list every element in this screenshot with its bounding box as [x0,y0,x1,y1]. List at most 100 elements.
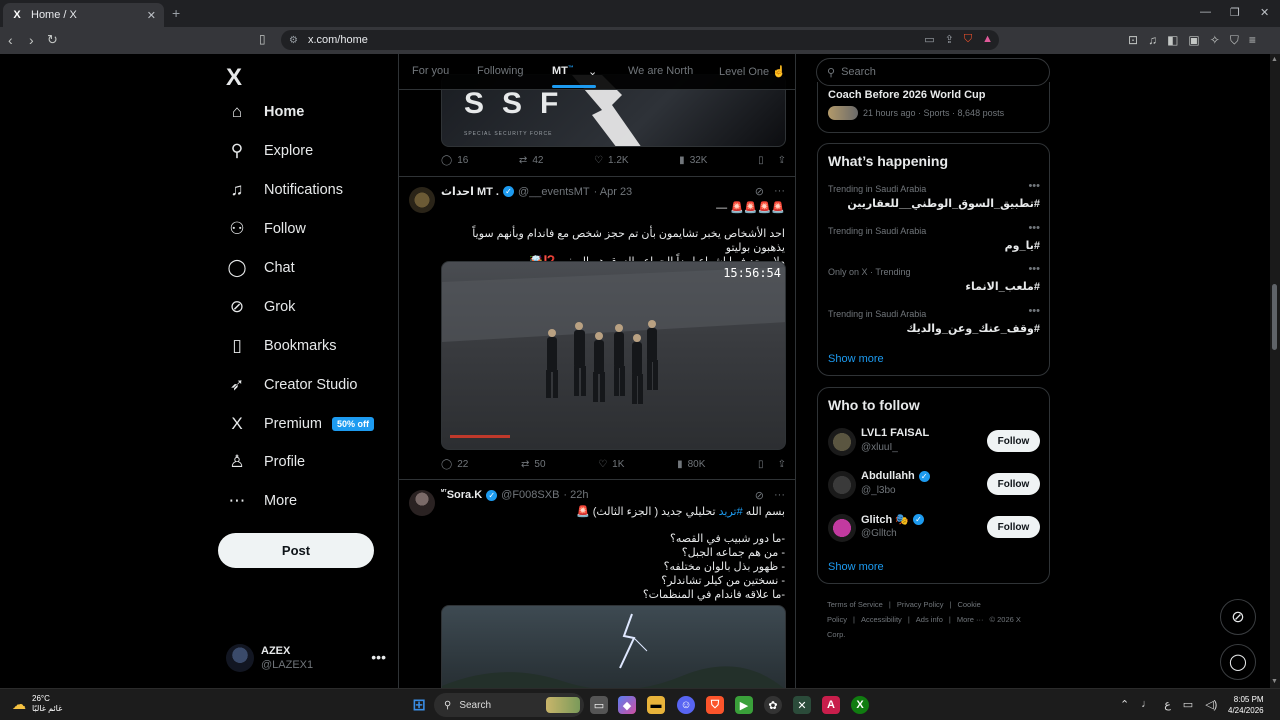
close-tab-icon[interactable]: ✕ [147,9,156,22]
nav-item-bookmarks[interactable]: ▯ Bookmarks [226,331,336,361]
footer-link[interactable]: Privacy Policy [897,600,944,609]
account-switcher[interactable]: AZEX @LAZEX1 ••• [226,641,386,677]
back-icon[interactable]: ‹ [8,32,13,48]
author-handle[interactable]: @F008SXB [501,489,559,501]
task-view-icon[interactable]: ▭ [590,696,608,714]
restore-icon[interactable]: ❐ [1230,6,1240,19]
follow-suggestion[interactable]: LVL1 FAISAL @xluuI_ Follow [828,426,1040,462]
nav-item-chat[interactable]: ◯ Chat [226,253,294,283]
grok-fab-button[interactable]: ⊘ [1220,599,1256,635]
address-bar[interactable]: ⚙ x.com/home ▭ ⇪ ⛉ ▲ [281,30,999,50]
suggestion-name[interactable]: Glitch 🎭 [861,513,909,526]
music-icon[interactable]: ♫ [1148,33,1157,48]
avatar[interactable] [828,471,856,499]
page-scrollbar[interactable]: ▲ ▼ [1270,54,1280,688]
input-language[interactable]: ع [1164,698,1171,711]
vectorworks-icon[interactable]: A [822,696,840,714]
avatar[interactable] [828,428,856,456]
chevron-down-icon[interactable]: ⌄ [588,65,597,78]
cast-icon[interactable]: ▭ [924,33,934,46]
nav-item-profile[interactable]: ♙ Profile [226,447,305,477]
reply-button[interactable]: ◯ 16 [441,155,468,166]
tweet[interactable]: احداث MT . ✓ @__eventsMT · Apr 23 ⊘ ··· … [399,177,795,480]
more-dots-icon[interactable]: ••• [371,649,386,665]
trend-item[interactable]: Trending in Saudi Arabia #يا_وم ••• [828,222,1040,252]
trend-item[interactable]: Trending in Saudi Arabia #وقف_عنك_وعن_وال… [828,305,1040,335]
follow-button[interactable]: Follow [987,516,1040,538]
bookmark-page-icon[interactable]: ▯ [259,32,266,46]
tweet[interactable]: ᴹᵀSora.K ✓ @F008SXB · 22h ⊘ ··· بسم الله… [399,480,795,688]
site-info-icon[interactable]: ⚙ [289,35,298,46]
hashtag-link[interactable]: #تريد [719,506,743,518]
trend-item[interactable]: Trending in Saudi Arabia #تطبيق_السوق_الو… [828,180,1040,210]
avatar[interactable] [828,514,856,542]
follow-suggestion[interactable]: Abdullahh ✓ @_l3bo Follow [828,469,1040,505]
screenshot-icon[interactable]: ⊡ [1128,33,1138,48]
footer-link[interactable]: Ads info [916,615,943,624]
nav-item-creator-studio[interactable]: ➶ Creator Studio [226,370,358,400]
tab-mt[interactable]: MT™ [552,65,574,77]
share-icon[interactable]: ⇪ [945,33,954,46]
author-name[interactable]: احداث MT . [441,185,499,198]
like-button[interactable]: ♡ 1.2K [594,155,629,166]
chatgpt-icon[interactable]: ✿ [764,696,782,714]
x-logo-icon[interactable]: X [226,64,242,92]
tweet-media-video[interactable]: 15:56:54 [441,261,786,450]
tab-we-are-north[interactable]: We are North [628,65,693,77]
trend-item[interactable]: Only on X · Trending #ملعب_الانماء ••• [828,263,1040,293]
menu-icon[interactable]: ≡ [1249,33,1256,48]
post-button[interactable]: Post [218,533,374,568]
more-dots-icon[interactable]: ••• [1028,305,1040,317]
like-button[interactable]: ♡ 1K [598,459,624,470]
footer-link[interactable]: More ··· [957,615,984,624]
bookmark-icon[interactable]: ▯ [758,155,764,166]
tweet-media-storm[interactable] [441,605,786,688]
more-dots-icon[interactable]: ··· [774,489,785,502]
share-icon[interactable]: ⇪ [778,155,786,166]
windows-start-icon[interactable]: ⊞ [410,696,428,714]
media-player-icon[interactable]: ▶ [735,696,753,714]
reply-button[interactable]: ◯ 22 [441,459,468,470]
brave-icon[interactable]: ⛉ [706,696,724,714]
views-button[interactable]: ▮ 80K [677,459,705,470]
nav-item-home[interactable]: ⌂ Home [226,97,304,127]
more-dots-icon[interactable]: ••• [1028,263,1040,275]
suggestion-name[interactable]: LVL1 FAISAL [861,427,929,439]
brave-shield-icon[interactable]: ⛉ [964,33,972,46]
discord-icon[interactable]: ☺ [677,696,695,714]
browser-tab[interactable]: X Home / X ✕ [3,3,164,27]
rewards-icon[interactable]: ▲ [982,33,993,46]
nav-item-grok[interactable]: ⊘ Grok [226,292,296,322]
network-icon[interactable]: ▭ [1183,698,1193,711]
nav-item-follow[interactable]: ⚇ Follow [226,214,306,244]
nav-item-notifications[interactable]: ♫ Notifications [226,175,343,205]
follow-button[interactable]: Follow [987,473,1040,495]
taskbar-search[interactable]: ⚲ Search [434,693,584,717]
microphone-icon[interactable]: ♩ [1141,698,1152,711]
more-dots-icon[interactable]: ••• [1028,222,1040,234]
minimize-icon[interactable]: — [1200,6,1211,18]
new-tab-button[interactable]: + [172,5,180,21]
tweet-time[interactable]: · Apr 23 [594,186,633,198]
more-dots-icon[interactable]: ··· [774,185,785,198]
vpn-icon[interactable]: ⛉ [1230,33,1239,48]
footer-link[interactable]: Accessibility [861,615,902,624]
tab-for-you[interactable]: For you [412,65,449,77]
footer-link[interactable]: Terms of Service [827,600,883,609]
repost-button[interactable]: ⇄ 50 [521,459,546,470]
avatar[interactable] [409,490,435,516]
suggestion-name[interactable]: Abdullahh [861,470,915,482]
show-more-trends-link[interactable]: Show more [828,353,884,365]
views-button[interactable]: ▮ 32K [679,155,707,166]
repost-button[interactable]: ⇄ 42 [519,155,544,166]
more-dots-icon[interactable]: ••• [1028,180,1040,192]
volume-icon[interactable]: ◁) [1205,698,1217,711]
share-icon[interactable]: ⇪ [778,459,786,470]
forward-icon[interactable]: › [29,32,34,48]
sidebar-icon[interactable]: ◧ [1167,33,1178,48]
follow-suggestion[interactable]: Glitch 🎭 ✓ @Glltch Follow [828,512,1040,548]
leo-ai-icon[interactable]: ✧ [1210,33,1220,48]
bookmark-icon[interactable]: ▯ [758,459,764,470]
weather-widget[interactable]: ☁ 26°C غائم غالبًا [12,694,62,714]
nav-item-explore[interactable]: ⚲ Explore [226,136,313,166]
